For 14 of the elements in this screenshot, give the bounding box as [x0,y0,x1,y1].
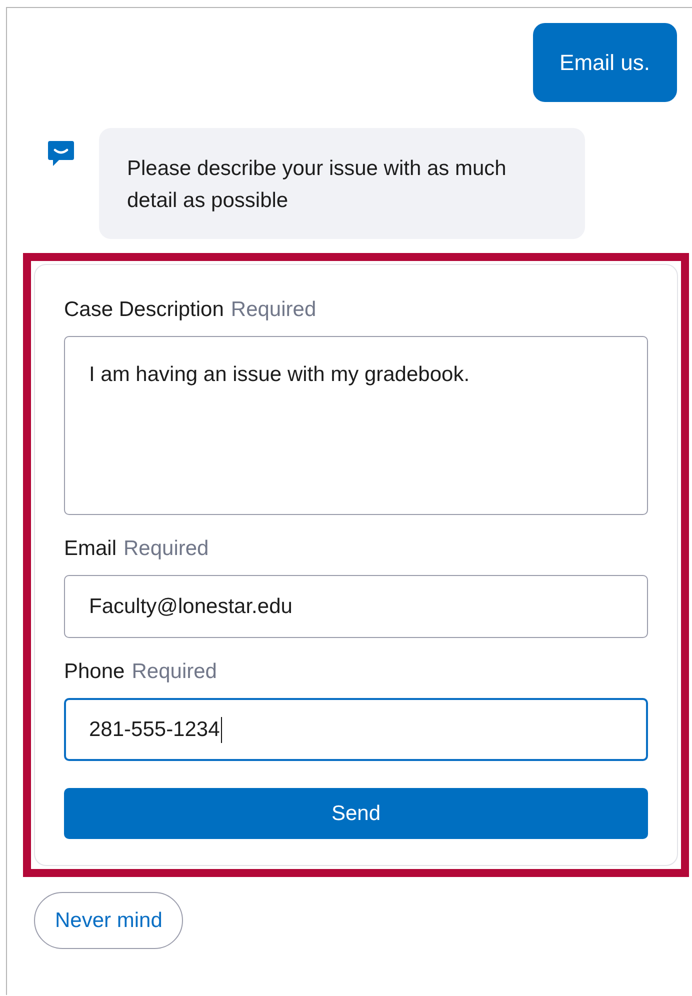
never-mind-button[interactable]: Never mind [34,892,184,949]
input-field[interactable]: Faculty@lonestar.edu [64,575,648,638]
field-label: Phone [64,660,125,684]
field-label: Case Description [64,298,224,322]
chat-bubble-icon [48,141,74,168]
send-button[interactable]: Send [64,788,648,839]
input-field[interactable]: 281-555-1234 [64,698,648,761]
text-area[interactable]: I am having an issue with my gradebook. [64,336,648,515]
field-label: Email [64,537,117,561]
bot-message: Please describe your issue with as much detail as possible [99,128,585,239]
required-label: Required [124,537,209,561]
user-message: Email us. [532,23,677,102]
required-label: Required [132,660,217,684]
required-label: Required [230,298,316,322]
